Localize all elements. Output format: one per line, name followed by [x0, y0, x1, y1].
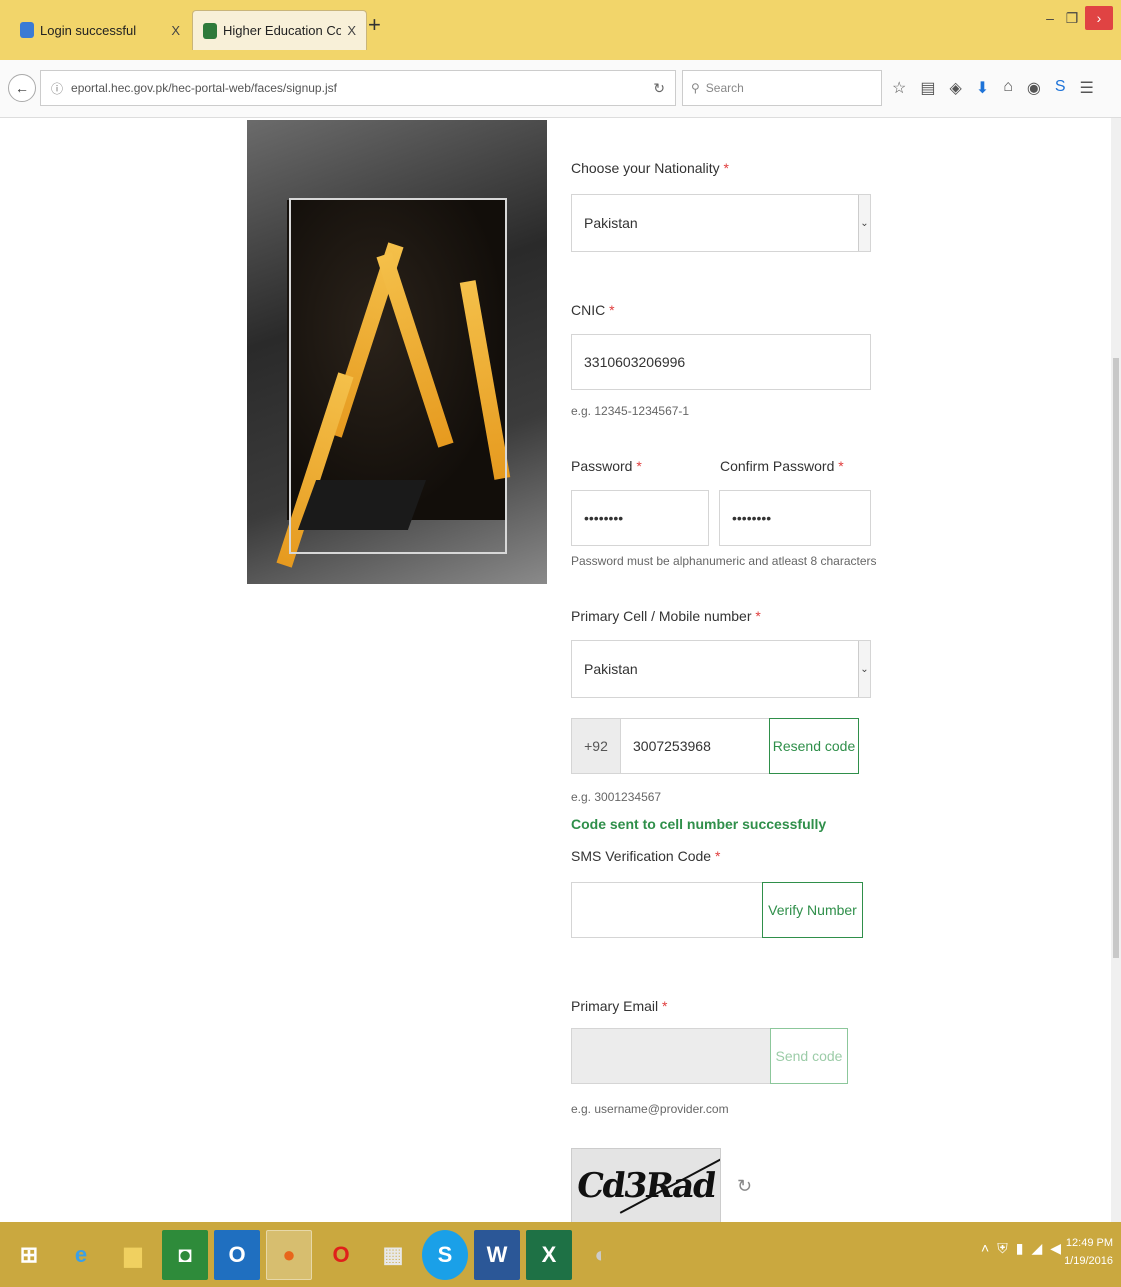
- cnic-input[interactable]: 3310603206996: [571, 334, 871, 390]
- email-hint: e.g. username@provider.com: [571, 1102, 729, 1116]
- menu-icon[interactable]: ☰: [1080, 78, 1094, 98]
- verify-number-button[interactable]: Verify Number: [762, 882, 863, 938]
- opera-icon[interactable]: O: [318, 1230, 364, 1280]
- antivirus-icon[interactable]: ⛨: [997, 1240, 1008, 1257]
- back-arrow-icon[interactable]: ←: [8, 74, 36, 102]
- skype-icon[interactable]: S: [422, 1229, 468, 1280]
- tab-title: Higher Education Commi...: [223, 23, 342, 38]
- password-input[interactable]: ••••••••: [571, 490, 709, 546]
- volume-icon[interactable]: ◀: [1050, 1240, 1061, 1257]
- pocket-icon[interactable]: ◈: [949, 78, 961, 98]
- nationality-label: Choose your Nationality *: [571, 160, 729, 176]
- browser-tab-bar: Login successful X Higher Education Comm…: [0, 0, 1121, 60]
- new-tab-button[interactable]: +: [368, 12, 381, 38]
- browser-nav-bar: ← ⓘ eportal.hec.gov.pk/hec-portal-web/fa…: [0, 60, 1121, 118]
- skype-icon[interactable]: S: [1055, 78, 1066, 98]
- search-box[interactable]: ⚲ Search: [682, 70, 882, 106]
- control-panel-icon[interactable]: ◐: [578, 1230, 624, 1280]
- search-icon: ⚲: [691, 81, 700, 95]
- excel-icon[interactable]: X: [526, 1229, 572, 1280]
- password-label: Password *: [571, 458, 642, 474]
- close-tab-icon[interactable]: X: [347, 23, 356, 38]
- restore-icon[interactable]: ❐: [1063, 10, 1081, 27]
- site-info-icon[interactable]: ⓘ: [51, 80, 63, 97]
- mobile-label: Primary Cell / Mobile number *: [571, 608, 761, 624]
- captcha-image: Cd3Rad: [571, 1148, 721, 1222]
- network-signal-icon[interactable]: ◢: [1031, 1240, 1042, 1257]
- search-placeholder: Search: [705, 81, 744, 95]
- system-tray: ˄ ⛨ ▮ ◢ ◀: [981, 1240, 1061, 1257]
- chevron-down-icon: ⌄: [858, 641, 870, 697]
- internet-explorer-icon[interactable]: e: [58, 1230, 104, 1280]
- nationality-select[interactable]: Pakistan ⌄: [571, 194, 871, 252]
- close-window-icon[interactable]: ›: [1085, 6, 1113, 30]
- windows-taskbar: ⊞ e ▆ ◘ O ● O ▦ S W X ◐ ˄ ⛨ ▮ ◢ ◀ 12:49 …: [0, 1222, 1121, 1287]
- clock-date: 1/19/2016: [1064, 1255, 1113, 1267]
- sms-code-input[interactable]: [571, 882, 763, 938]
- cnic-label: CNIC *: [571, 302, 615, 318]
- taskbar-clock[interactable]: 12:49 PM 1/19/2016: [1064, 1234, 1113, 1270]
- mobile-country-select[interactable]: Pakistan ⌄: [571, 640, 871, 698]
- page-scrollbar[interactable]: [1111, 118, 1121, 1222]
- windows-start-icon[interactable]: ⊞: [6, 1230, 52, 1280]
- country-code-prefix: +92: [571, 718, 621, 774]
- send-code-button[interactable]: Send code: [770, 1028, 848, 1084]
- address-bar[interactable]: ⓘ eportal.hec.gov.pk/hec-portal-web/face…: [40, 70, 676, 106]
- window-controls: – ❐ ›: [1041, 6, 1113, 30]
- sms-code-label: SMS Verification Code *: [571, 848, 721, 864]
- scrollbar-thumb[interactable]: [1113, 358, 1119, 958]
- outlook-icon[interactable]: O: [214, 1229, 260, 1280]
- minimize-icon[interactable]: –: [1041, 10, 1059, 26]
- file-explorer-icon[interactable]: ▆: [110, 1230, 156, 1280]
- captcha-refresh-icon[interactable]: ↻: [737, 1176, 752, 1197]
- email-label: Primary Email *: [571, 998, 668, 1014]
- battery-icon[interactable]: ▮: [1016, 1240, 1024, 1257]
- close-tab-icon[interactable]: X: [171, 23, 180, 38]
- bookmark-star-icon[interactable]: ☆: [892, 78, 906, 98]
- code-sent-message: Code sent to cell number successfully: [571, 816, 827, 832]
- confirm-password-input[interactable]: ••••••••: [719, 490, 871, 546]
- clock-time: 12:49 PM: [1065, 1237, 1113, 1249]
- mobile-number-input[interactable]: 3007253968: [620, 718, 770, 774]
- email-input[interactable]: [571, 1028, 771, 1084]
- firefox-icon[interactable]: ●: [266, 1229, 312, 1280]
- chat-icon[interactable]: ◉: [1027, 78, 1041, 98]
- tab-login-successful[interactable]: Login successful X: [10, 10, 190, 50]
- password-hint: Password must be alphanumeric and atleas…: [571, 554, 877, 568]
- home-icon[interactable]: ⌂: [1003, 78, 1013, 98]
- store-icon[interactable]: ◘: [162, 1229, 208, 1280]
- reload-icon[interactable]: ↻: [653, 80, 665, 97]
- graduates-photo: [247, 120, 547, 584]
- url-text: eportal.hec.gov.pk/hec-portal-web/faces/…: [71, 81, 337, 95]
- tab-title: Login successful: [40, 22, 137, 38]
- mobile-hint: e.g. 3001234567: [571, 790, 662, 804]
- tab-favicon-icon: [203, 22, 217, 39]
- word-icon[interactable]: W: [474, 1229, 520, 1280]
- chevron-down-icon: ⌄: [858, 195, 870, 251]
- resend-code-button[interactable]: Resend code: [769, 718, 859, 774]
- show-hidden-icons-icon[interactable]: ˄: [981, 1240, 989, 1257]
- toolbar-icons: ☆ ▤ ◈ ⬇ ⌂ ◉ S ☰: [892, 78, 1094, 98]
- cnic-hint: e.g. 12345-1234567-1: [571, 404, 690, 418]
- download-icon[interactable]: ⬇: [976, 78, 989, 98]
- tab-favicon-icon: [20, 22, 34, 38]
- page-content: Choose your Nationality * Pakistan ⌄ CNI…: [0, 118, 1121, 1222]
- calculator-icon[interactable]: ▦: [370, 1230, 416, 1280]
- reading-list-icon[interactable]: ▤: [920, 78, 935, 98]
- tab-higher-education-commission[interactable]: Higher Education Commi... X: [192, 10, 367, 50]
- confirm-password-label: Confirm Password *: [720, 458, 844, 474]
